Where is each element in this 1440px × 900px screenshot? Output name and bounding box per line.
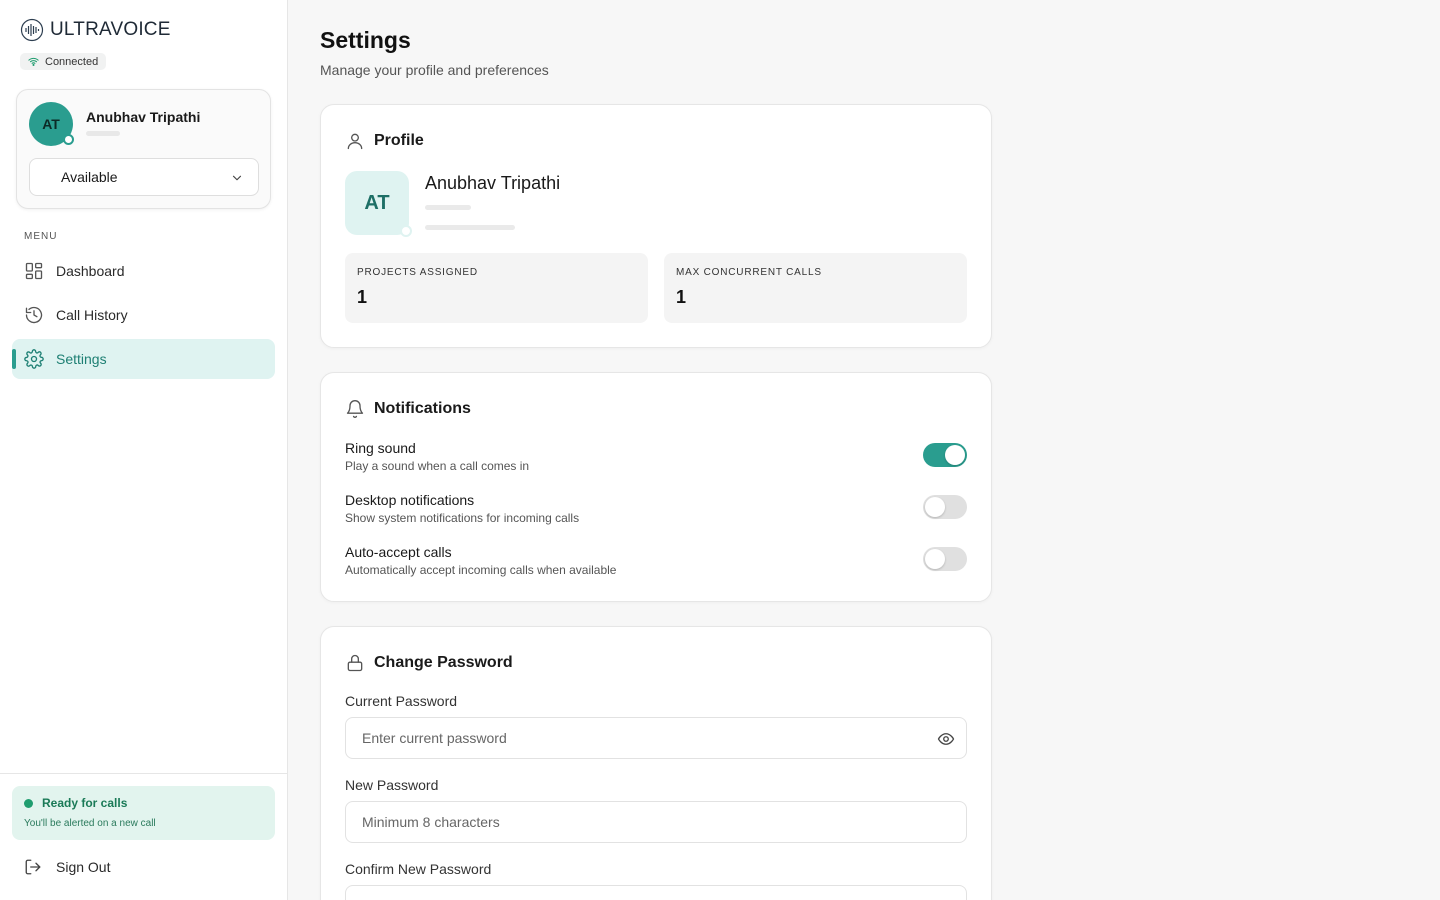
desktop-notifications-toggle[interactable] xyxy=(923,495,967,519)
avatar-initials: AT xyxy=(42,116,60,132)
profile-card: Profile AT Anubhav Tripathi PROJECTS ASS… xyxy=(320,104,992,348)
sidebar-item-label: Settings xyxy=(56,351,107,367)
user-name: Anubhav Tripathi xyxy=(86,109,201,125)
change-password-heading: Change Password xyxy=(345,653,513,673)
setting-description: Play a sound when a call comes in xyxy=(345,459,530,473)
current-password-wrapper xyxy=(345,717,967,759)
history-icon xyxy=(25,306,43,324)
stat-value: 1 xyxy=(676,287,687,307)
sign-out-icon xyxy=(25,859,41,875)
connection-badge: Connected xyxy=(20,53,107,70)
presence-dot xyxy=(63,134,74,145)
ready-subtitle: You'll be alerted on a new call xyxy=(24,818,156,829)
status-value: Available xyxy=(61,169,118,185)
setting-desktop-notifications: Desktop notifications Show system notifi… xyxy=(345,492,967,532)
stat-max-concurrent-calls: MAX CONCURRENT CALLS 1 xyxy=(664,253,967,323)
ready-status-box: Ready for calls You'll be alerted on a n… xyxy=(12,786,275,840)
new-password-label: New Password xyxy=(345,777,439,793)
confirm-password-input[interactable] xyxy=(346,886,906,900)
setting-title: Desktop notifications xyxy=(345,492,475,508)
notifications-card: Notifications Ring sound Play a sound wh… xyxy=(320,372,992,602)
confirm-password-wrapper xyxy=(345,885,967,900)
sidebar-item-call-history[interactable]: Call History xyxy=(12,295,275,335)
profile-avatar-initials: AT xyxy=(364,191,390,214)
ultravoice-logo-icon xyxy=(20,18,44,42)
stat-label: PROJECTS ASSIGNED xyxy=(357,267,478,278)
setting-title: Ring sound xyxy=(345,440,416,456)
divider xyxy=(0,773,288,774)
avatar[interactable]: AT xyxy=(29,102,74,146)
stat-projects-assigned: PROJECTS ASSIGNED 1 xyxy=(345,253,648,323)
chevron-down-icon xyxy=(232,175,242,181)
page-title: Settings xyxy=(320,27,411,53)
toggle-knob xyxy=(925,497,945,517)
user-subtitle-placeholder xyxy=(86,131,120,136)
sidebar-item-label: Dashboard xyxy=(56,263,125,279)
new-password-input[interactable] xyxy=(346,802,906,842)
stat-label: MAX CONCURRENT CALLS xyxy=(676,267,822,278)
bell-icon xyxy=(346,400,364,418)
setting-ring-sound: Ring sound Play a sound when a call come… xyxy=(345,440,967,480)
toggle-knob xyxy=(925,549,945,569)
current-password-label: Current Password xyxy=(345,693,458,709)
stat-value: 1 xyxy=(357,287,368,307)
profile-detail-placeholder xyxy=(425,205,471,210)
notifications-heading: Notifications xyxy=(345,399,471,419)
brand[interactable]: ULTRAVOICE xyxy=(20,18,171,42)
profile-heading-label: Profile xyxy=(374,132,424,149)
presence-dot xyxy=(400,225,412,237)
current-password-input[interactable] xyxy=(346,718,906,758)
lock-icon xyxy=(347,654,363,672)
status-dropdown[interactable]: Available xyxy=(29,158,259,196)
user-icon xyxy=(347,133,363,150)
notifications-heading-label: Notifications xyxy=(374,400,471,417)
ring-sound-toggle[interactable] xyxy=(923,443,967,467)
profile-heading: Profile xyxy=(345,131,424,151)
sidebar-item-dashboard[interactable]: Dashboard xyxy=(12,251,275,291)
confirm-password-label: Confirm New Password xyxy=(345,861,492,877)
auto-accept-toggle[interactable] xyxy=(923,547,967,571)
dashboard-icon xyxy=(25,262,43,280)
setting-title: Auto-accept calls xyxy=(345,544,452,560)
sign-out-label: Sign Out xyxy=(56,859,111,875)
ready-title: Ready for calls xyxy=(42,796,128,810)
setting-description: Automatically accept incoming calls when… xyxy=(345,563,617,577)
sidebar: ULTRAVOICE Connected AT Anubhav Tripathi… xyxy=(0,0,288,900)
sign-out-button[interactable]: Sign Out xyxy=(24,858,110,876)
new-password-wrapper xyxy=(345,801,967,843)
profile-name: Anubhav Tripathi xyxy=(425,173,561,193)
toggle-knob xyxy=(945,445,965,465)
user-card: AT Anubhav Tripathi Available xyxy=(16,89,271,209)
profile-avatar: AT xyxy=(345,171,412,237)
brand-name: ULTRAVOICE xyxy=(50,19,171,40)
wifi-icon xyxy=(28,57,39,66)
setting-description: Show system notifications for incoming c… xyxy=(345,511,580,525)
eye-icon[interactable] xyxy=(937,730,955,748)
gear-icon xyxy=(24,349,44,369)
change-password-heading-label: Change Password xyxy=(374,654,513,671)
sidebar-item-label: Call History xyxy=(56,307,128,323)
setting-auto-accept-calls: Auto-accept calls Automatically accept i… xyxy=(345,544,967,584)
ready-dot xyxy=(24,799,33,808)
page-subtitle: Manage your profile and preferences xyxy=(320,62,549,78)
change-password-card: Change Password Current Password New Pas… xyxy=(320,626,992,900)
connection-status: Connected xyxy=(45,55,99,68)
sidebar-item-settings[interactable]: Settings xyxy=(12,339,275,379)
menu-label: MENU xyxy=(24,231,58,242)
profile-detail-placeholder xyxy=(425,225,515,230)
